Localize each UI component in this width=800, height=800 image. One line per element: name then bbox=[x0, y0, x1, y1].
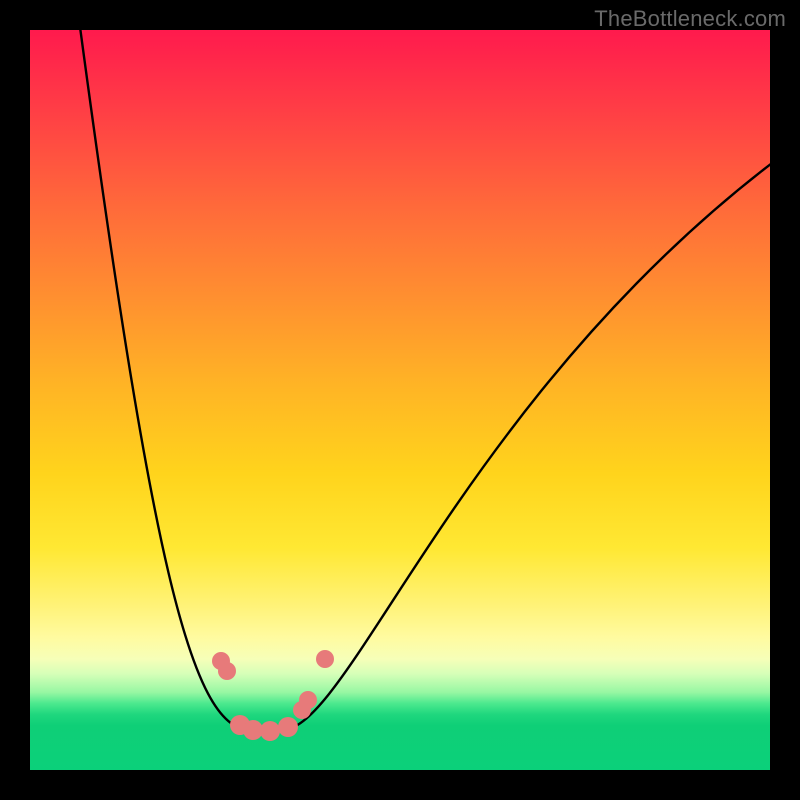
plot-area bbox=[30, 30, 770, 770]
data-marker bbox=[218, 662, 236, 680]
watermark-text: TheBottleneck.com bbox=[594, 6, 786, 32]
marker-layer bbox=[30, 30, 770, 770]
data-marker bbox=[260, 721, 280, 741]
chart-frame: TheBottleneck.com bbox=[0, 0, 800, 800]
data-marker bbox=[278, 717, 298, 737]
data-marker bbox=[243, 720, 263, 740]
data-marker bbox=[299, 691, 317, 709]
markers-group bbox=[212, 650, 334, 741]
data-marker bbox=[316, 650, 334, 668]
